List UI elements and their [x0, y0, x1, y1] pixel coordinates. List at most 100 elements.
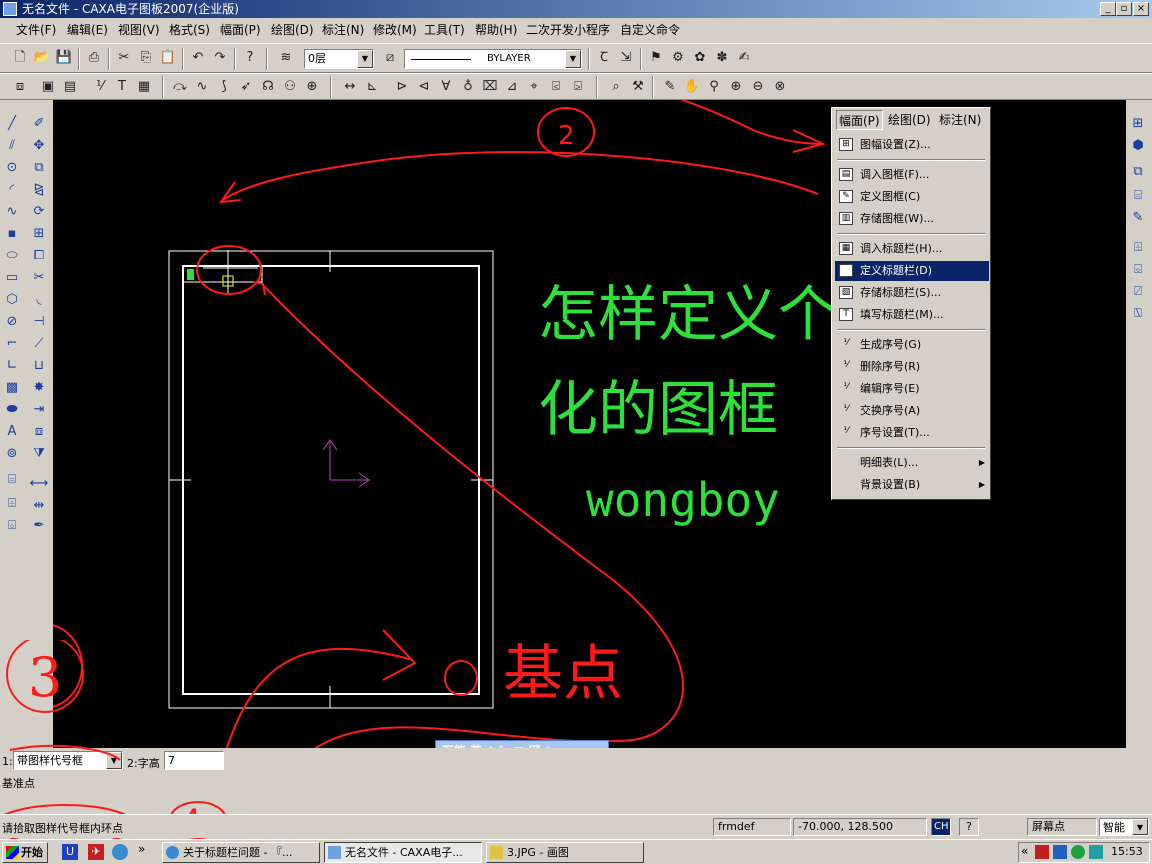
ellipse-icon[interactable]: ⬭ — [1, 246, 23, 266]
menu-head-sheet[interactable]: 幅面(P) — [836, 110, 883, 130]
edit-tool-icon[interactable]: ⚒ — [628, 77, 648, 97]
fillet-icon[interactable]: ◟ — [28, 290, 50, 310]
menu-item-number-setting[interactable]: ⅟ 序号设置(T)... — [835, 423, 989, 443]
text-table-icon[interactable]: T — [112, 77, 132, 97]
menu-item-define-frame[interactable]: ✎ 定义图框(C) — [835, 187, 989, 207]
menu-item-save-frame[interactable]: ▥ 存储图框(W)... — [835, 209, 989, 229]
view-d-icon[interactable]: ⍂ — [1127, 304, 1149, 324]
numbering-icon[interactable]: ⅟ — [90, 77, 110, 97]
linetype-icon[interactable]: ⧄ — [380, 48, 400, 68]
tool-d-icon[interactable]: ✽ — [712, 48, 732, 68]
copy-select-icon[interactable]: ⧉ — [28, 158, 50, 178]
symbol-f-icon[interactable]: ⊿ — [502, 77, 522, 97]
symbol-g-icon[interactable]: ⌖ — [524, 77, 544, 97]
help-icon[interactable]: ? — [240, 48, 260, 68]
line-tool-icon[interactable]: ⤼ — [170, 77, 190, 97]
ime-indicator[interactable]: CH — [931, 818, 951, 836]
center-tool-icon[interactable]: ⊕ — [302, 77, 322, 97]
close-button[interactable]: × — [1133, 2, 1149, 16]
paste-icon[interactable]: 📋 — [158, 48, 178, 68]
menu-head-dimension[interactable]: 标注(N) — [939, 110, 981, 130]
eraser-icon[interactable]: ✐ — [28, 114, 50, 134]
rotate-icon[interactable]: ⟳ — [28, 202, 50, 222]
library-c-icon[interactable]: ⌺ — [1, 516, 23, 536]
pan-icon[interactable]: ✋ — [682, 77, 702, 97]
open-file-icon[interactable]: 📂 — [32, 48, 52, 68]
scale-icon[interactable]: ⧠ — [28, 246, 50, 266]
quicklaunch-a-icon[interactable]: U — [62, 844, 78, 860]
fill-tool-icon[interactable]: ☊ — [258, 77, 278, 97]
equidistant-icon[interactable]: ∟ — [1, 356, 23, 376]
stretch-icon[interactable]: ⊔ — [28, 356, 50, 376]
menu-item-del-number[interactable]: ⅟ 删除序号(R) — [835, 357, 989, 377]
view-b-icon[interactable]: ⌺ — [1127, 260, 1149, 280]
dim-b-icon[interactable]: ⇹ — [28, 496, 50, 516]
save-icon[interactable]: 💾 — [54, 48, 74, 68]
menu-item-fill-titleblock[interactable]: T 填写标题栏(M)... — [835, 305, 989, 325]
menu-item-bom[interactable]: 明细表(L)... ▶ — [835, 453, 989, 473]
menu-item-swap-number[interactable]: ⅟ 交换序号(A) — [835, 401, 989, 421]
layer-icon[interactable]: ≋ — [276, 48, 296, 68]
polygon-icon[interactable]: ⬡ — [1, 290, 23, 310]
circle-icon[interactable]: ⊙ — [1, 158, 23, 178]
view-c-icon[interactable]: ⍁ — [1127, 282, 1149, 302]
copy-icon[interactable]: ⎘ — [136, 48, 156, 68]
tray-c-icon[interactable] — [1071, 845, 1085, 859]
trim-icon[interactable]: ✂ — [28, 268, 50, 288]
menu-item-save-titleblock[interactable]: ▧ 存储标题栏(S)... — [835, 283, 989, 303]
tool-c-icon[interactable]: ✿ — [690, 48, 710, 68]
rectangle-icon[interactable]: ▭ — [1, 268, 23, 288]
symbol-c-icon[interactable]: ∀ — [436, 77, 456, 97]
snap-a-icon[interactable]: ⊞ — [1127, 114, 1149, 134]
text-icon[interactable]: A — [1, 422, 23, 442]
tray-d-icon[interactable] — [1089, 845, 1103, 859]
chevron-down-icon[interactable]: ▼ — [357, 50, 373, 68]
view-a-icon[interactable]: ⌹ — [1127, 238, 1149, 258]
new-file-icon[interactable]: 🗋 — [10, 48, 30, 68]
menu-format[interactable]: 格式(S) — [169, 22, 210, 38]
linetype-select[interactable]: BYLAYER ▼ — [404, 49, 582, 69]
pick-icon[interactable]: ⇲ — [616, 48, 636, 68]
tray-b-icon[interactable] — [1053, 845, 1067, 859]
dimension-icon[interactable]: ↔ — [340, 77, 360, 97]
menu-edit[interactable]: 编辑(E) — [67, 22, 108, 38]
help-status-icon[interactable]: ? — [959, 818, 979, 836]
library-a-icon[interactable]: ⌸ — [1, 470, 23, 490]
quicklaunch-more-icon[interactable]: » — [138, 842, 145, 856]
menu-help[interactable]: 帮助(H) — [475, 22, 517, 38]
redo-icon[interactable]: ↷ — [210, 48, 230, 68]
menu-item-load-titleblock[interactable]: ▦ 调入标题栏(H)... — [835, 239, 989, 259]
zoom-out-icon[interactable]: ⊖ — [748, 77, 768, 97]
spline-icon[interactable]: ∿ — [1, 202, 23, 222]
symbol-b-icon[interactable]: ⊲ — [414, 77, 434, 97]
menu-draw[interactable]: 绘图(D) — [271, 22, 314, 38]
snap-mode-field[interactable]: 屏幕点 — [1027, 818, 1097, 836]
undo-icon[interactable]: ↶ — [188, 48, 208, 68]
tray-a-icon[interactable] — [1035, 845, 1049, 859]
cut-icon[interactable]: ✂ — [114, 48, 134, 68]
minimize-button[interactable]: _ — [1100, 2, 1116, 16]
arc-icon[interactable]: ◜ — [1, 180, 23, 200]
snap-b-icon[interactable]: ⬢ — [1127, 136, 1149, 156]
menu-head-draw[interactable]: 绘图(D) — [888, 110, 931, 130]
explode-icon[interactable]: ✸ — [28, 378, 50, 398]
mirror-icon[interactable]: ⧎ — [28, 180, 50, 200]
ime-toolbar[interactable]: 万能 英 ♪ °, ▤ 网 ✎ — [435, 740, 609, 748]
menu-item-define-titleblock[interactable]: ✎ 定义标题栏(D) — [835, 261, 989, 281]
snap-d-icon[interactable]: ⌸ — [1127, 186, 1149, 206]
menu-view[interactable]: 视图(V) — [118, 22, 160, 38]
menu-item-background[interactable]: 背景设置(B) ▶ — [835, 475, 989, 495]
line-icon[interactable]: ╱ — [1, 114, 23, 134]
menu-tools[interactable]: 工具(T) — [424, 22, 465, 38]
tool-e-icon[interactable]: ✍ — [734, 48, 754, 68]
start-button[interactable]: 开始 — [2, 842, 48, 863]
coord-dim-icon[interactable]: ⊾ — [362, 77, 382, 97]
hatch-tool-icon[interactable]: ⚇ — [280, 77, 300, 97]
frame-icon[interactable]: ▣ — [38, 77, 58, 97]
task-forum-post[interactable]: 关于标题栏问题 - 『... — [162, 842, 320, 863]
symbol-i-icon[interactable]: ⍄ — [568, 77, 588, 97]
snap-e-icon[interactable]: ✎ — [1127, 208, 1149, 228]
snap-c-icon[interactable]: ⧉ — [1127, 162, 1149, 182]
symbol-h-icon[interactable]: ⍃ — [546, 77, 566, 97]
align-icon[interactable]: ⇥ — [28, 400, 50, 420]
